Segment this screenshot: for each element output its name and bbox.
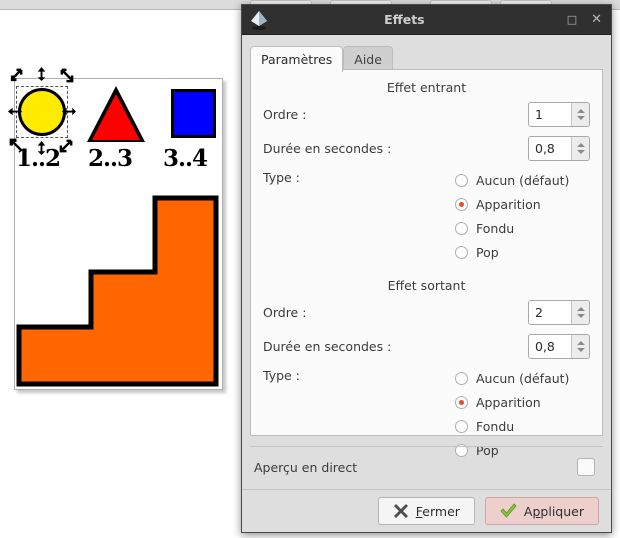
order-row-outgoing: Ordre : 2 bbox=[251, 295, 602, 329]
selection-handle-se[interactable] bbox=[59, 138, 74, 153]
section-title-outgoing: Effet sortant bbox=[387, 278, 466, 293]
stepper-up-icon[interactable] bbox=[576, 142, 585, 147]
radio-icon[interactable] bbox=[455, 371, 468, 385]
duration-row-incoming: Durée en secondes : 0,8 bbox=[251, 131, 602, 165]
radio-item-pop-incoming[interactable]: Pop bbox=[455, 240, 590, 264]
tab-bar: Paramètres Aide bbox=[250, 43, 611, 72]
apply-button-label: Appliquer bbox=[524, 504, 584, 519]
shape-label-2: 2..3 bbox=[88, 145, 133, 172]
radio-icon-selected[interactable] bbox=[455, 197, 468, 211]
order-spinner-incoming[interactable]: 1 bbox=[528, 101, 590, 127]
close-button[interactable]: Fermer bbox=[377, 497, 475, 525]
radio-label: Aucun (défaut) bbox=[476, 172, 570, 188]
order-value-incoming[interactable]: 1 bbox=[529, 102, 571, 126]
stepper-down-icon[interactable] bbox=[576, 115, 585, 120]
radio-item-apparition-incoming[interactable]: Apparition bbox=[455, 192, 590, 216]
live-preview-row[interactable]: Aperçu en direct bbox=[250, 446, 603, 487]
stepper-down-icon[interactable] bbox=[576, 313, 585, 318]
settings-panel: Effet entrant Ordre : 1 Durée en seconde… bbox=[250, 69, 603, 458]
close-rest: ermer bbox=[422, 503, 460, 519]
shape-label-3: 3..4 bbox=[163, 145, 208, 172]
apply-rest: pliquer bbox=[540, 503, 584, 519]
live-preview-label: Aperçu en direct bbox=[254, 459, 358, 475]
radio-label: Apparition bbox=[476, 196, 541, 212]
screen: 1..2 2..3 3..4 Effets □ ✕ Paramètres Aid… bbox=[0, 0, 620, 538]
live-preview-checkbox[interactable] bbox=[577, 458, 595, 476]
selection-handle-s[interactable] bbox=[34, 140, 49, 155]
duration-label-outgoing: Durée en secondes : bbox=[263, 338, 392, 354]
selection-handle-n[interactable] bbox=[34, 66, 49, 81]
radio-label: Pop bbox=[476, 244, 499, 260]
duration-row-outgoing: Durée en secondes : 0,8 bbox=[251, 329, 602, 363]
radio-icon-selected[interactable] bbox=[455, 395, 468, 409]
order-value-outgoing[interactable]: 2 bbox=[529, 300, 571, 324]
dialog-title: Effets bbox=[384, 12, 425, 27]
order-stepper-outgoing[interactable] bbox=[571, 300, 589, 324]
stepper-down-icon[interactable] bbox=[576, 149, 585, 154]
selection-handle-sw[interactable] bbox=[9, 138, 24, 153]
radio-label: Aucun (défaut) bbox=[476, 370, 570, 386]
close-x-icon bbox=[393, 504, 408, 518]
shape-square[interactable] bbox=[171, 89, 216, 138]
order-label-outgoing: Ordre : bbox=[263, 304, 307, 320]
radio-item-fondu-incoming[interactable]: Fondu bbox=[455, 216, 590, 240]
radio-item-aucun-incoming[interactable]: Aucun (défaut) bbox=[455, 168, 590, 192]
window-controls: □ ✕ bbox=[567, 13, 611, 26]
type-radio-group-incoming: Aucun (défaut) Apparition Fondu Pop bbox=[455, 168, 590, 264]
radio-item-apparition-outgoing[interactable]: Apparition bbox=[455, 390, 590, 414]
radio-item-aucun-outgoing[interactable]: Aucun (défaut) bbox=[455, 366, 590, 390]
stepper-up-icon[interactable] bbox=[576, 108, 585, 113]
duration-value-incoming[interactable]: 0,8 bbox=[529, 136, 571, 160]
duration-stepper-outgoing[interactable] bbox=[571, 334, 589, 358]
close-button-label: Fermer bbox=[416, 504, 460, 519]
radio-label: Fondu bbox=[476, 220, 515, 236]
radio-item-fondu-outgoing[interactable]: Fondu bbox=[455, 414, 590, 438]
tab-parametres[interactable]: Paramètres bbox=[250, 46, 344, 72]
type-label-incoming: Type : bbox=[263, 170, 300, 185]
radio-icon[interactable] bbox=[455, 173, 468, 187]
stepper-down-icon[interactable] bbox=[576, 347, 585, 352]
dialog-action-bar: Fermer Appliquer bbox=[242, 489, 611, 532]
inkscape-logo-icon bbox=[251, 11, 267, 30]
apply-button[interactable]: Appliquer bbox=[484, 497, 599, 525]
radio-icon[interactable] bbox=[455, 419, 468, 433]
radio-icon[interactable] bbox=[455, 245, 468, 259]
shape-stairs[interactable] bbox=[16, 194, 219, 388]
stepper-up-icon[interactable] bbox=[576, 340, 585, 345]
order-stepper-incoming[interactable] bbox=[571, 102, 589, 126]
duration-spinner-incoming[interactable]: 0,8 bbox=[528, 135, 590, 161]
duration-value-outgoing[interactable]: 0,8 bbox=[529, 334, 571, 358]
maximize-icon[interactable]: □ bbox=[567, 14, 577, 25]
selection-handle-nw[interactable] bbox=[9, 68, 24, 83]
type-row-incoming: Type : Aucun (défaut) Apparition Fondu P… bbox=[251, 168, 602, 264]
check-mark-icon bbox=[500, 503, 517, 518]
duration-label-incoming: Durée en secondes : bbox=[263, 140, 392, 156]
order-row-incoming: Ordre : 1 bbox=[251, 97, 602, 131]
stepper-up-icon[interactable] bbox=[576, 306, 585, 311]
selection-handle-e[interactable] bbox=[61, 104, 76, 119]
close-icon[interactable]: ✕ bbox=[591, 13, 602, 26]
shape-triangle[interactable] bbox=[92, 94, 140, 140]
order-spinner-outgoing[interactable]: 2 bbox=[528, 299, 590, 325]
radio-label: Fondu bbox=[476, 418, 515, 434]
effects-dialog: Effets □ ✕ Paramètres Aide Effet entrant… bbox=[241, 4, 612, 533]
selection-handle-ne[interactable] bbox=[59, 68, 74, 83]
order-label-incoming: Ordre : bbox=[263, 106, 307, 122]
selection-handle-w[interactable] bbox=[7, 104, 22, 119]
duration-stepper-incoming[interactable] bbox=[571, 136, 589, 160]
radio-label: Apparition bbox=[476, 394, 541, 410]
duration-spinner-outgoing[interactable]: 0,8 bbox=[528, 333, 590, 359]
section-title-incoming: Effet entrant bbox=[386, 80, 467, 95]
dialog-titlebar[interactable]: Effets □ ✕ bbox=[242, 5, 611, 35]
radio-icon[interactable] bbox=[455, 221, 468, 235]
